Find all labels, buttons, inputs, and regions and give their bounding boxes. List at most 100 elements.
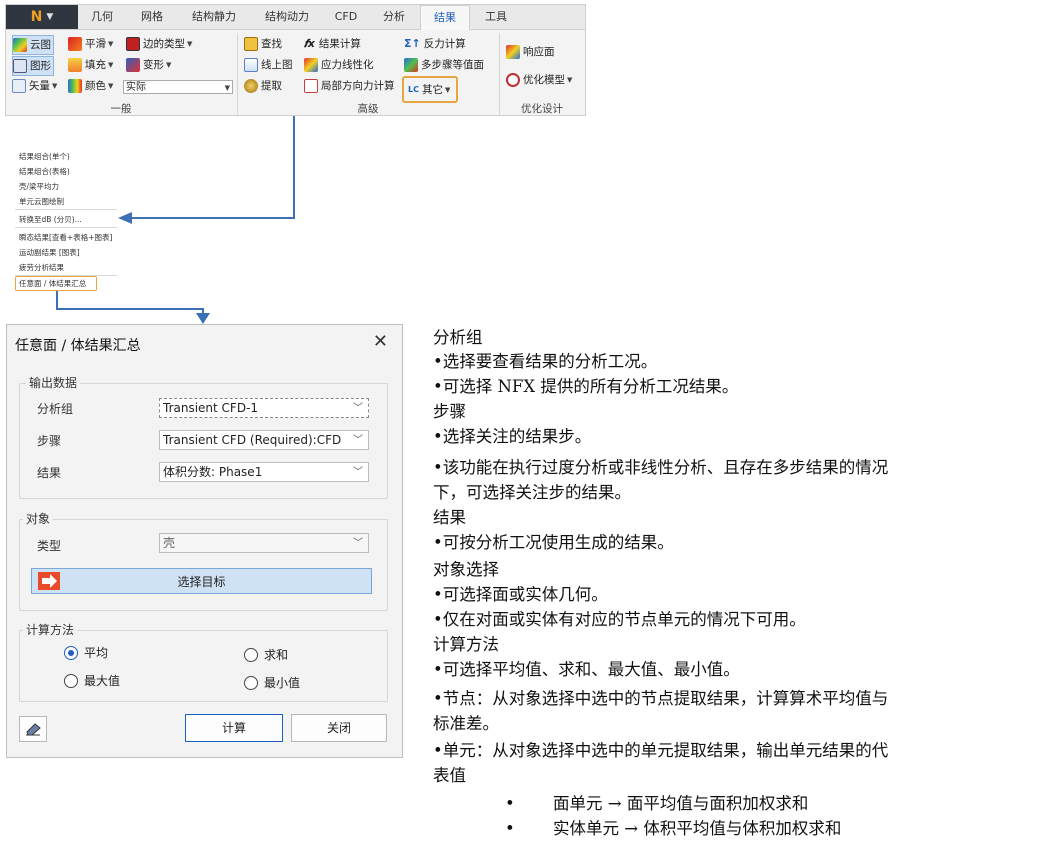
- menu-item[interactable]: 单元云图绘制: [19, 196, 64, 207]
- menu-item[interactable]: 运动副结果 [图表]: [19, 247, 80, 258]
- eraser-button[interactable]: [19, 716, 47, 742]
- calculate-button[interactable]: 计算: [185, 714, 283, 742]
- optimize-model-label: 优化模型: [523, 74, 565, 86]
- contour-label: 云图: [30, 39, 51, 51]
- type-select[interactable]: 壳 ﹀: [159, 533, 369, 553]
- other-button[interactable]: LC 其它 ▼: [402, 76, 459, 103]
- deform-icon: [126, 58, 140, 72]
- vector-label: 矢量: [29, 80, 50, 92]
- graph-icon: [13, 59, 27, 73]
- desc-line: •可按分析工况使用生成的结果。: [433, 533, 674, 552]
- bullet-marker: •: [505, 819, 515, 838]
- vector-button[interactable]: 矢量 ▼: [12, 77, 57, 95]
- analysis-group-select[interactable]: Transient CFD-1 ﹀: [159, 398, 369, 418]
- deform-button[interactable]: 变形 ▼: [126, 56, 171, 74]
- connector-line: [56, 291, 58, 309]
- tab-results[interactable]: 结果: [420, 5, 470, 30]
- dialog-title: 任意面 / 体结果汇总: [15, 338, 141, 354]
- summary-dialog: 任意面 / 体结果汇总 ✕ 输出数据 分析组 Transient CFD-1 ﹀ …: [6, 324, 403, 758]
- menu-item[interactable]: 结果组合(表格): [19, 166, 70, 177]
- tab-geometry[interactable]: 几何: [78, 5, 126, 29]
- menu-item[interactable]: 瞬态结果[查看+表格+图表]: [19, 232, 112, 243]
- chevron-down-icon: ▼: [52, 82, 58, 90]
- analysis-group-label: 分析组: [37, 402, 74, 416]
- line-graph-icon: [244, 58, 258, 72]
- menu-item-label: 任意面 / 体结果汇总: [19, 279, 87, 288]
- online-graph-button[interactable]: 线上图: [244, 56, 293, 74]
- desc-line: •可选择平均值、求和、最大值、最小值。: [433, 660, 740, 679]
- result-calc-label: 结果计算: [318, 38, 361, 50]
- value-type-select[interactable]: 实际 ▼: [123, 80, 233, 94]
- app-menu-button[interactable]: N ▼: [6, 5, 78, 29]
- menu-item-highlight[interactable]: 任意面 / 体结果汇总: [15, 276, 97, 291]
- optimize-icon: [506, 73, 520, 87]
- extract-button[interactable]: 提取: [244, 77, 282, 95]
- smooth-button[interactable]: 平滑 ▼: [68, 35, 113, 53]
- optimize-model-button[interactable]: 优化模型 ▼: [506, 71, 572, 89]
- radio-min[interactable]: [244, 676, 258, 690]
- fill-button[interactable]: 填充 ▼: [68, 56, 113, 74]
- stress-linearize-button[interactable]: 应力线性化: [304, 56, 374, 74]
- menu-item[interactable]: 转换至dB (分贝)...: [19, 214, 82, 225]
- close-button[interactable]: 关闭: [291, 714, 387, 742]
- desc-heading: 计算方法: [433, 635, 499, 654]
- tab-dynamic[interactable]: 结构动力: [250, 5, 324, 29]
- chevron-down-icon: ▼: [108, 61, 114, 69]
- find-label: 查找: [261, 38, 282, 50]
- desc-line: 表值: [433, 766, 466, 785]
- smooth-icon: [68, 37, 82, 51]
- chevron-down-icon: ﹀: [348, 463, 368, 481]
- local-dir-force-label: 局部方向力计算: [321, 80, 395, 92]
- radio-sum[interactable]: [244, 648, 258, 662]
- chevron-down-icon: ▼: [108, 82, 114, 90]
- stress-linearize-label: 应力线性化: [321, 59, 374, 71]
- calc-method-group: [19, 630, 388, 702]
- contour-button[interactable]: 云图: [12, 35, 54, 55]
- local-dir-force-button[interactable]: 局部方向力计算: [304, 77, 395, 95]
- color-button[interactable]: 颜色 ▼: [68, 77, 113, 95]
- sum-label: 求和: [264, 648, 289, 662]
- chevron-down-icon: ﹀: [348, 431, 368, 449]
- value-type-text: 实际: [126, 82, 146, 93]
- chevron-down-icon: ▼: [166, 61, 172, 69]
- radio-max[interactable]: [64, 674, 78, 688]
- radio-average[interactable]: [64, 646, 78, 660]
- multistep-button[interactable]: 多步骤等值面: [404, 56, 484, 74]
- multistep-icon: [404, 58, 418, 72]
- select-target-button[interactable]: 选择目标: [31, 568, 372, 594]
- find-button[interactable]: 查找: [244, 35, 282, 53]
- graph-button[interactable]: 图形: [12, 56, 54, 76]
- chevron-down-icon: ▼: [46, 12, 54, 22]
- menu-item[interactable]: 壳/梁平均力: [19, 181, 59, 192]
- max-label: 最大值: [84, 674, 121, 688]
- extract-label: 提取: [261, 80, 282, 92]
- bullet-text: 实体单元 → 体积平均值与体积加权求和: [553, 819, 842, 838]
- reaction-calc-label: 反力计算: [423, 38, 466, 50]
- tab-cfd[interactable]: CFD: [324, 5, 368, 29]
- response-surface-button[interactable]: 响应面: [506, 43, 555, 61]
- desc-line: •节点：从对象选择中选中的节点提取结果，计算算术平均值与: [433, 689, 889, 708]
- tab-tools[interactable]: 工具: [472, 5, 520, 29]
- fill-icon: [68, 58, 82, 72]
- type-label: 类型: [37, 539, 62, 553]
- result-label: 结果: [37, 466, 62, 480]
- reaction-calc-button[interactable]: Σ↑ 反力计算: [404, 35, 466, 53]
- type-value: 壳: [163, 536, 176, 550]
- result-select[interactable]: 体积分数: Phase1 ﹀: [159, 462, 369, 482]
- step-select[interactable]: Transient CFD (Required):CFD ﹀: [159, 430, 369, 450]
- tab-static[interactable]: 结构静力: [178, 5, 250, 29]
- desc-line: •可选择面或实体几何。: [433, 585, 608, 604]
- menu-item[interactable]: 结果组合(单个): [19, 151, 70, 162]
- desc-line: •单元：从对象选择中选中的单元提取结果，输出单元结果的代: [433, 741, 889, 760]
- edge-type-button[interactable]: 边的类型 ▼: [126, 35, 192, 53]
- desc-line: •选择要查看结果的分析工况。: [433, 352, 658, 371]
- tab-analysis[interactable]: 分析: [368, 5, 420, 29]
- edge-type-icon: [126, 37, 140, 51]
- vector-icon: [12, 79, 26, 93]
- multistep-label: 多步骤等值面: [421, 59, 484, 71]
- tab-mesh[interactable]: 网格: [126, 5, 178, 29]
- menu-item[interactable]: 疲劳分析结果: [19, 262, 64, 273]
- fill-label: 填充: [85, 59, 106, 71]
- close-icon[interactable]: ✕: [373, 331, 388, 352]
- result-calc-button[interactable]: 𝒇x 结果计算: [304, 35, 361, 53]
